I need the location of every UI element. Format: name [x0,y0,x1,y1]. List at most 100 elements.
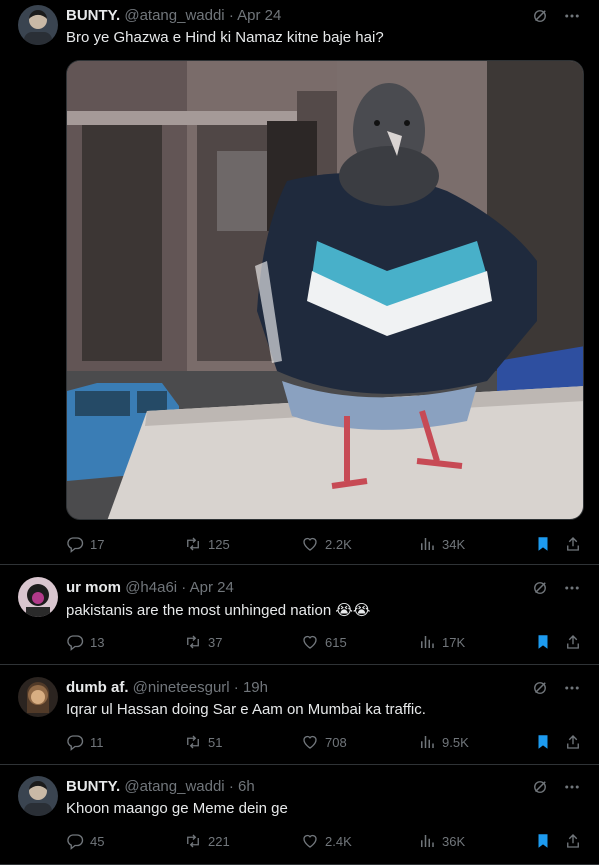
reply-icon [66,733,84,751]
views-icon [418,733,436,751]
reply-icon [66,832,84,850]
user-handle[interactable]: @nineteesgurl [133,679,230,696]
like-count: 2.4K [325,833,352,849]
share-button[interactable] [564,633,582,651]
timestamp[interactable]: · Apr 24 [229,7,282,24]
avatar[interactable] [18,5,58,45]
display-name[interactable]: ur mom [66,579,121,596]
heart-icon [301,733,319,751]
more-icon[interactable] [563,679,581,697]
grok-icon[interactable] [531,7,549,25]
grok-icon[interactable] [531,778,549,796]
share-icon [564,733,582,751]
reply-count: 13 [90,634,105,650]
tweet[interactable]: BUNTY. @atang_waddi · Apr 24 Bro ye Ghaz… [0,0,599,565]
views-button[interactable]: 17K [418,633,465,651]
tweet-header: BUNTY. @atang_waddi · 6h [66,778,255,795]
timestamp[interactable]: · 19h [234,679,268,696]
share-icon [564,633,582,651]
like-button[interactable]: 2.2K [301,535,352,553]
views-button[interactable]: 34K [418,535,465,553]
view-count: 34K [442,536,466,552]
repost-icon [184,832,202,850]
repost-count: 221 [208,833,230,849]
tweet[interactable]: ur mom @h4a6i · Apr 24 pakistanis are th… [0,565,599,665]
share-button[interactable] [564,832,582,850]
repost-button[interactable]: 221 [184,832,230,850]
views-button[interactable]: 9.5K [418,733,469,751]
reply-count: 17 [90,536,105,552]
bookmark-icon [534,733,552,751]
tweet-header: BUNTY. @atang_waddi · Apr 24 [66,7,281,24]
avatar[interactable] [18,776,58,816]
share-button[interactable] [564,733,582,751]
view-count: 36K [442,833,466,849]
reply-button[interactable]: 17 [66,535,104,553]
bookmark-button[interactable] [534,733,552,751]
tweet-text: Iqrar ul Hassan doing Sar e Aam on Mumba… [66,701,426,718]
avatar[interactable] [18,677,58,717]
views-icon [418,633,436,651]
bookmark-icon [534,633,552,651]
view-count: 9.5K [442,734,469,750]
view-count: 17K [442,634,466,650]
timestamp[interactable]: · Apr 24 [181,579,234,596]
grok-icon[interactable] [531,679,549,697]
tweet[interactable]: dumb af. @nineteesgurl · 19h Iqrar ul Ha… [0,665,599,765]
repost-icon [184,535,202,553]
reply-count: 45 [90,833,105,849]
share-icon [564,832,582,850]
tweet-image[interactable] [66,60,584,520]
like-count: 2.2K [325,536,352,552]
share-icon [564,535,582,553]
bookmark-button[interactable] [534,832,552,850]
bookmark-icon [534,832,552,850]
tweet-header: ur mom @h4a6i · Apr 24 [66,579,234,596]
display-name[interactable]: BUNTY. [66,7,120,24]
bookmark-button[interactable] [534,535,552,553]
reply-button[interactable]: 11 [66,733,104,751]
repost-button[interactable]: 51 [184,733,222,751]
tweet-text: pakistanis are the most unhinged nation … [66,602,371,619]
tweet-text: Bro ye Ghazwa e Hind ki Namaz kitne baje… [66,29,384,46]
reply-button[interactable]: 13 [66,633,104,651]
user-handle[interactable]: @atang_waddi [124,778,224,795]
timestamp[interactable]: · 6h [229,778,255,795]
user-handle[interactable]: @h4a6i [125,579,177,596]
share-button[interactable] [564,535,582,553]
more-icon[interactable] [563,778,581,796]
more-icon[interactable] [563,579,581,597]
like-count: 708 [325,734,347,750]
tweet-header: dumb af. @nineteesgurl · 19h [66,679,268,696]
reply-count: 11 [90,734,104,750]
heart-icon [301,633,319,651]
repost-icon [184,633,202,651]
reply-icon [66,633,84,651]
user-handle[interactable]: @atang_waddi [124,7,224,24]
avatar[interactable] [18,577,58,617]
grok-icon[interactable] [531,579,549,597]
tweet[interactable]: BUNTY. @atang_waddi · 6h Khoon maango ge… [0,765,599,865]
bookmark-icon [534,535,552,553]
like-button[interactable]: 615 [301,633,347,651]
repost-count: 125 [208,536,230,552]
views-icon [418,832,436,850]
display-name[interactable]: dumb af. [66,679,129,696]
like-count: 615 [325,634,347,650]
bookmark-button[interactable] [534,633,552,651]
reply-icon [66,535,84,553]
heart-icon [301,832,319,850]
heart-icon [301,535,319,553]
like-button[interactable]: 2.4K [301,832,352,850]
repost-icon [184,733,202,751]
reply-button[interactable]: 45 [66,832,104,850]
like-button[interactable]: 708 [301,733,347,751]
repost-button[interactable]: 37 [184,633,222,651]
more-icon[interactable] [563,7,581,25]
repost-count: 37 [208,634,223,650]
repost-button[interactable]: 125 [184,535,230,553]
views-button[interactable]: 36K [418,832,465,850]
display-name[interactable]: BUNTY. [66,778,120,795]
tweet-text: Khoon maango ge Meme dein ge [66,800,288,817]
views-icon [418,535,436,553]
